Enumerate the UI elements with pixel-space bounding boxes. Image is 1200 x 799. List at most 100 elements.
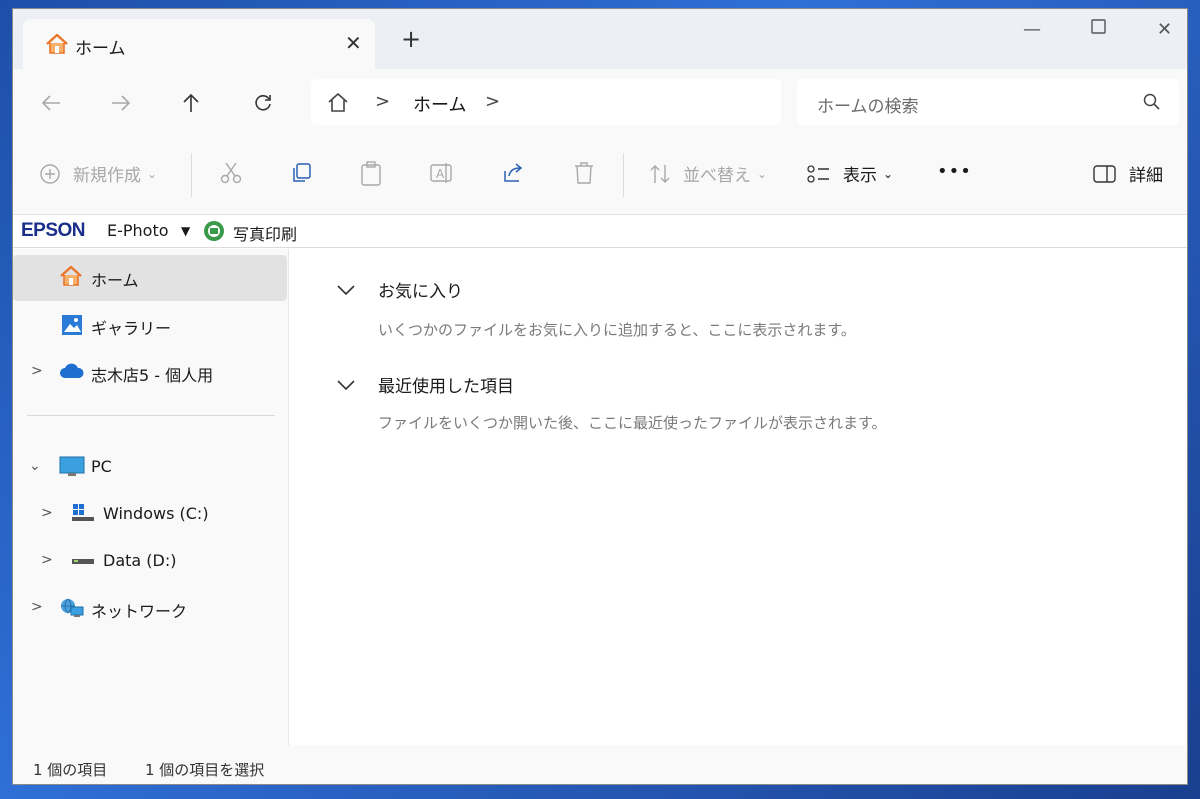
command-bar: 新規作成 ⌄ A 並べ替え ⌄ 表示 ⌄ ••• 詳細 — [13, 135, 1187, 215]
view-list-icon — [807, 164, 829, 183]
epson-app-label[interactable]: E-Photo — [107, 221, 169, 240]
navigation-bar: > ホーム > ホームの検索 — [13, 69, 1187, 135]
clipboard-icon — [361, 161, 381, 186]
photo-print-icon[interactable] — [203, 220, 225, 246]
tab-label: ホーム — [75, 39, 126, 59]
more-icon: ••• — [937, 161, 972, 182]
sort-icon — [650, 164, 670, 183]
title-bar: ホーム ✕ + — ✕ — [13, 9, 1187, 69]
epson-logo: EPSON — [21, 220, 86, 241]
search-placeholder: ホームの検索 — [817, 97, 919, 117]
up-arrow-icon[interactable] — [177, 89, 205, 117]
trash-icon — [575, 162, 593, 184]
item-count: 1 個の項目 — [33, 761, 108, 779]
sort-button[interactable]: 並べ替え ⌄ — [649, 161, 767, 186]
selected-count: 1 個の項目を選択 — [145, 761, 265, 779]
plus-circle-icon — [40, 163, 60, 184]
chevron-right-icon[interactable]: > — [41, 552, 53, 568]
search-icon[interactable] — [1143, 93, 1161, 115]
minimize-button[interactable]: — — [1023, 19, 1041, 40]
file-explorer-window: ホーム ✕ + — ✕ > ホーム > ホームの検索 新規作成 ⌄ A 並べ替え… — [12, 8, 1188, 785]
rename-button[interactable]: A — [429, 161, 455, 185]
back-arrow-icon[interactable] — [37, 89, 65, 117]
network-icon — [59, 597, 85, 623]
sidebar-item-label: ネットワーク — [91, 602, 188, 621]
sidebar-item-label: Data (D:) — [103, 551, 177, 570]
sidebar-item-network[interactable]: > ネットワーク — [13, 586, 287, 632]
sidebar-divider — [27, 415, 275, 416]
view-button[interactable]: 表示 ⌄ — [807, 161, 893, 186]
forward-arrow-icon[interactable] — [107, 89, 135, 117]
share-icon — [504, 163, 523, 182]
sidebar-item-gallery[interactable]: ギャラリー — [13, 303, 287, 349]
gallery-icon — [61, 314, 83, 340]
new-label: 新規作成 — [73, 166, 141, 186]
content-pane: お気に入り いくつかのファイルをお気に入りに追加すると、ここに表示されます。 最… — [290, 249, 1187, 745]
sidebar-item-home[interactable]: ホーム — [13, 255, 287, 301]
chevron-down-icon: ⌄ — [147, 166, 158, 181]
home-icon — [45, 33, 69, 58]
search-box[interactable]: ホームの検索 — [797, 79, 1179, 125]
sidebar-item-label: ホーム — [91, 271, 139, 290]
more-options-button[interactable]: ••• — [937, 161, 972, 182]
details-label: 詳細 — [1129, 166, 1163, 186]
tab-home[interactable]: ホーム ✕ — [23, 19, 375, 69]
toolbar-divider — [191, 153, 192, 197]
favorites-description: いくつかのファイルをお気に入りに追加すると、ここに表示されます。 — [378, 321, 856, 339]
windows-drive-icon — [71, 503, 95, 527]
copy-button[interactable] — [289, 161, 313, 185]
chevron-down-icon[interactable]: ⌄ — [29, 458, 41, 474]
sidebar-item-pc[interactable]: ⌄ PC — [13, 445, 287, 491]
photo-print-button[interactable]: 写真印刷 — [233, 221, 297, 245]
sidebar-item-label: 志木店5 - 個人用 — [91, 366, 214, 385]
refresh-icon[interactable] — [249, 89, 277, 117]
onedrive-cloud-icon — [59, 361, 85, 385]
chevron-down-icon: ⌄ — [757, 166, 768, 181]
paste-button[interactable] — [359, 161, 383, 187]
chevron-right-icon[interactable]: > — [41, 505, 53, 521]
delete-button[interactable] — [573, 161, 595, 185]
breadcrumb-home[interactable]: ホーム — [413, 91, 466, 117]
close-tab-icon[interactable]: ✕ — [345, 31, 362, 55]
details-pane-icon — [1093, 164, 1116, 183]
details-button[interactable]: 詳細 — [1093, 161, 1163, 186]
breadcrumb-separator-icon[interactable]: > — [485, 91, 500, 112]
sort-label: 並べ替え — [683, 166, 751, 186]
sidebar-item-label: Windows (C:) — [103, 504, 209, 523]
close-window-button[interactable]: ✕ — [1157, 19, 1172, 40]
recent-description: ファイルをいくつか開いた後、ここに最近使ったファイルが表示されます。 — [378, 414, 887, 432]
maximize-button[interactable] — [1091, 19, 1107, 40]
pc-monitor-icon — [59, 456, 85, 482]
share-button[interactable] — [501, 161, 525, 185]
rename-icon: A — [430, 163, 452, 183]
chevron-down-icon: ⌄ — [883, 166, 894, 181]
favorites-header[interactable]: お気に入り — [378, 277, 463, 302]
drive-icon — [71, 550, 95, 574]
sidebar-item-label: PC — [91, 457, 112, 476]
toolbar-divider — [623, 153, 624, 197]
scissors-icon — [220, 162, 242, 184]
chevron-right-icon[interactable]: > — [31, 599, 43, 615]
svg-text:A: A — [436, 167, 445, 181]
sidebar-item-data-d[interactable]: > Data (D:) — [13, 539, 287, 585]
new-tab-button[interactable]: + — [401, 27, 421, 51]
sidebar-item-windows-c[interactable]: > Windows (C:) — [13, 492, 287, 538]
breadcrumb-separator-icon[interactable]: > — [375, 91, 390, 112]
copy-icon — [293, 163, 311, 182]
recent-header[interactable]: 最近使用した項目 — [378, 372, 514, 397]
epson-toolbar: EPSON E-Photo ▼ 写真印刷 — [13, 216, 1187, 248]
view-label: 表示 — [843, 166, 877, 186]
cut-button[interactable] — [219, 161, 243, 185]
address-bar[interactable]: > ホーム > — [311, 79, 781, 125]
collapse-chevron-icon[interactable] — [336, 281, 356, 300]
status-bar: 1 個の項目 1 個の項目を選択 — [13, 745, 1187, 784]
sidebar-item-onedrive[interactable]: > 志木店5 - 個人用 — [13, 350, 287, 396]
dropdown-triangle-icon[interactable]: ▼ — [181, 224, 190, 238]
address-home-icon[interactable] — [327, 91, 349, 117]
new-button[interactable]: 新規作成 ⌄ — [39, 161, 157, 186]
sidebar-item-label: ギャラリー — [91, 319, 172, 338]
home-icon — [59, 265, 83, 290]
collapse-chevron-icon[interactable] — [336, 376, 356, 395]
navigation-pane: ホーム ギャラリー > 志木店5 - 個人用 ⌄ PC > Windows (C… — [13, 249, 289, 745]
chevron-right-icon[interactable]: > — [31, 363, 43, 379]
